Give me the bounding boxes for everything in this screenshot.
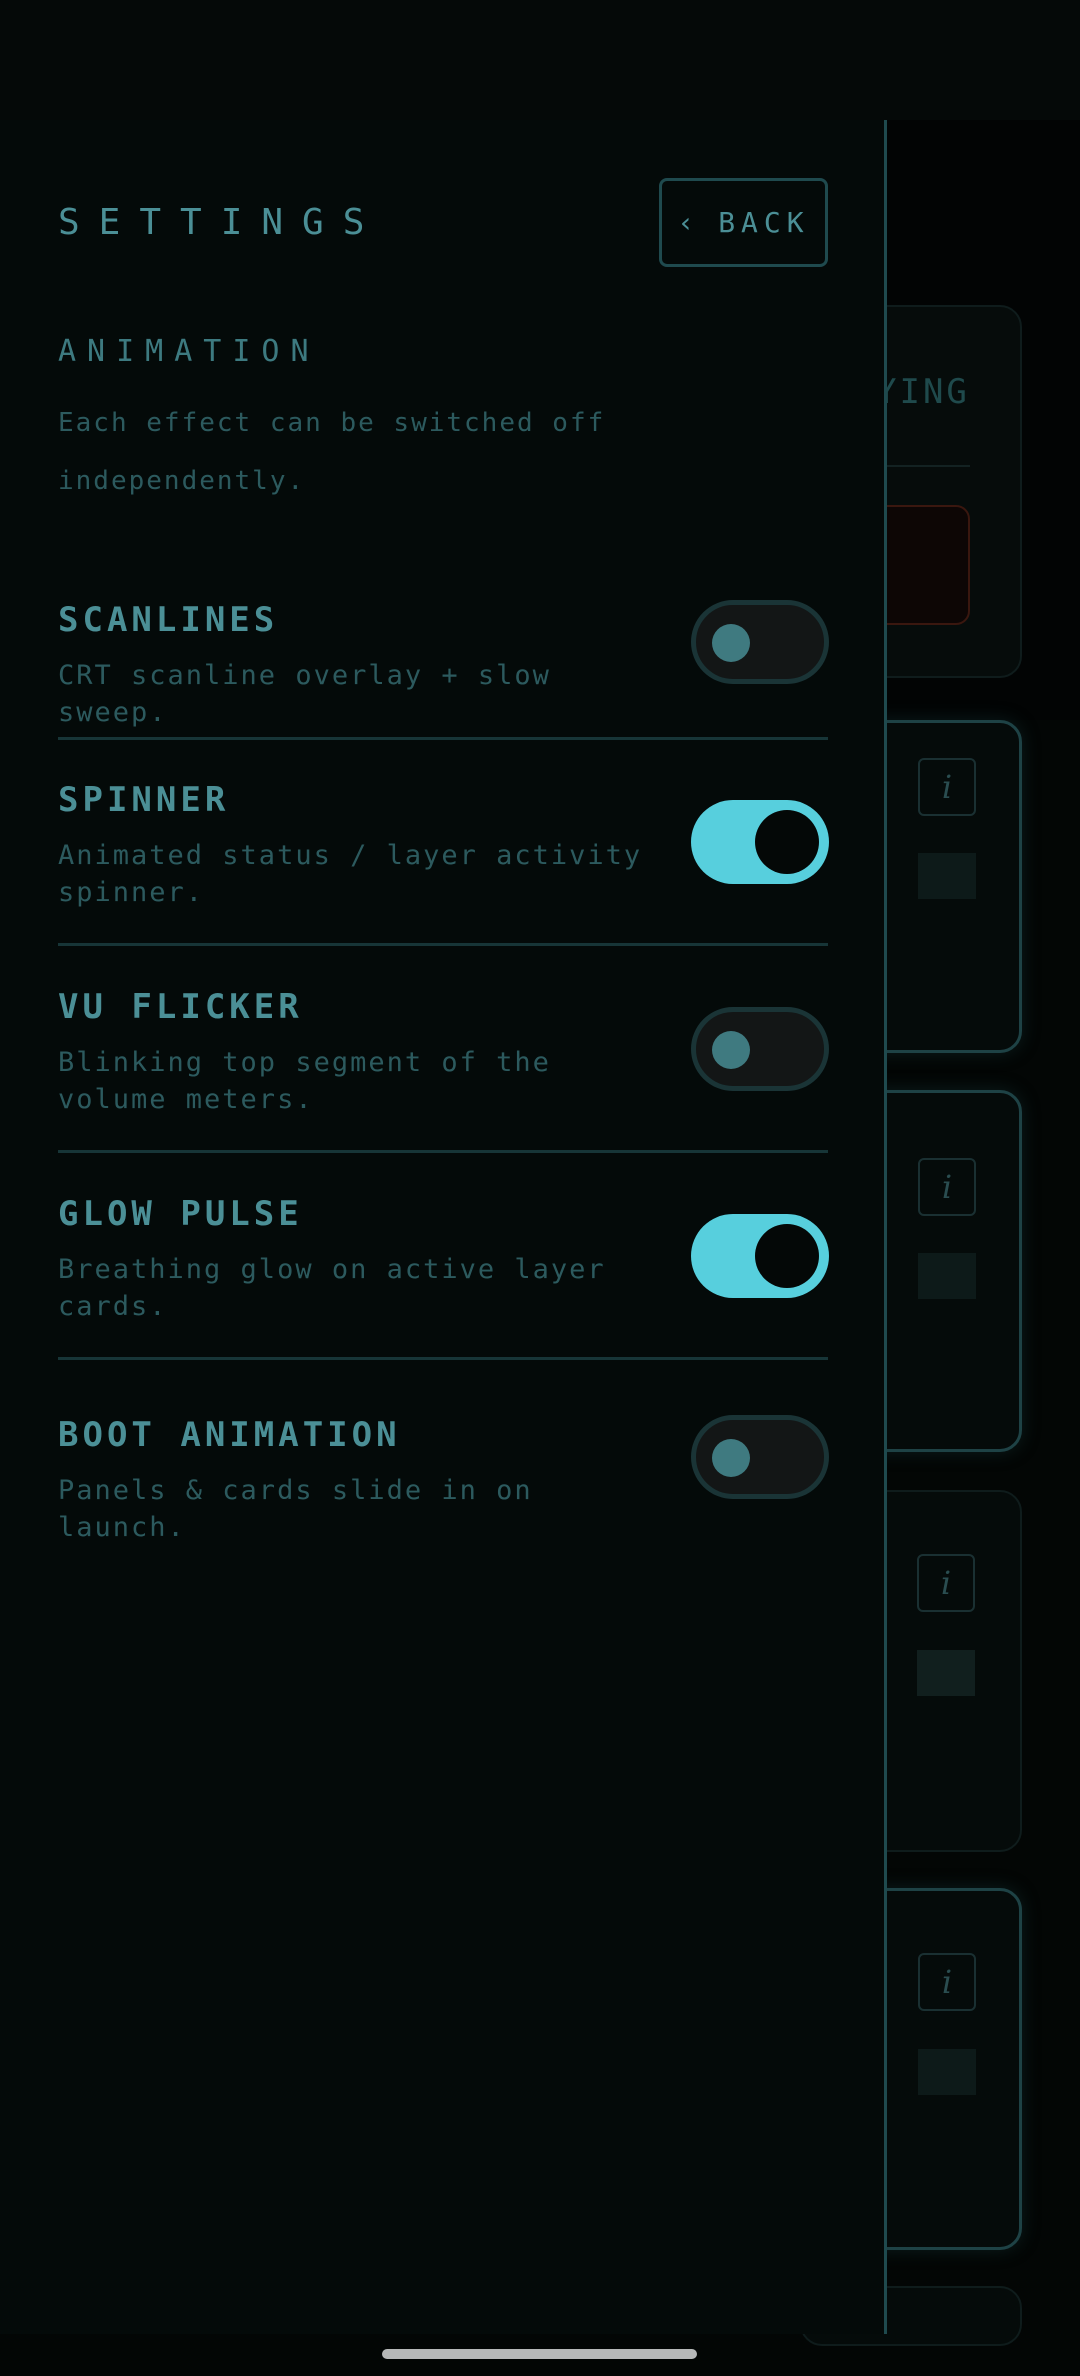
setting-description: Breathing glow on active layer cards. xyxy=(58,1254,606,1322)
divider xyxy=(58,943,828,946)
meter-segment xyxy=(917,1650,975,1696)
setting-description: Animated status / layer activity spinner… xyxy=(58,840,643,908)
meter-segment xyxy=(918,853,976,899)
setting-description: Panels & cards slide in on launch. xyxy=(58,1475,533,1543)
divider xyxy=(58,737,828,740)
now-playing-divider xyxy=(880,465,970,467)
status-bar xyxy=(0,0,1080,120)
settings-panel: SETTINGS ‹ BACK ANIMATION Each effect ca… xyxy=(0,120,887,2334)
setting-row-boot-animation: BOOT ANIMATION Panels & cards slide in o… xyxy=(58,1415,829,1545)
meter-segment xyxy=(918,2049,976,2095)
toggle-knob xyxy=(712,624,750,662)
setting-row-glow-pulse: GLOW PULSE Breathing glow on active laye… xyxy=(58,1194,829,1374)
page-title: SETTINGS xyxy=(58,202,384,243)
back-button-label: BACK xyxy=(718,206,810,239)
setting-title: GLOW PULSE xyxy=(58,1194,303,1234)
info-icon[interactable]: i xyxy=(918,758,976,816)
info-icon[interactable]: i xyxy=(918,1953,976,2011)
setting-row-spinner: SPINNER Animated status / layer activity… xyxy=(58,780,829,960)
section-label: ANIMATION xyxy=(58,334,320,369)
meter-segment xyxy=(918,1253,976,1299)
setting-title: VU FLICKER xyxy=(58,987,303,1027)
info-icon[interactable]: i xyxy=(917,1554,975,1612)
toggle-knob xyxy=(712,1439,750,1477)
back-button[interactable]: ‹ BACK xyxy=(659,178,828,267)
setting-title: SPINNER xyxy=(58,780,230,820)
toggle-knob xyxy=(712,1031,750,1069)
toggle-knob xyxy=(755,810,819,874)
home-indicator[interactable] xyxy=(382,2349,697,2359)
toggle-vu-flicker[interactable] xyxy=(691,1007,829,1091)
section-description: Each effect can be switched off independ… xyxy=(58,408,606,496)
setting-description: Blinking top segment of the volume meter… xyxy=(58,1047,551,1115)
now-playing-label: YING xyxy=(876,372,970,412)
toggle-glow-pulse[interactable] xyxy=(691,1214,829,1298)
setting-title: SCANLINES xyxy=(58,600,279,640)
setting-description: CRT scanline overlay + slow sweep. xyxy=(58,660,551,728)
toggle-boot-animation[interactable] xyxy=(691,1415,829,1499)
setting-title: BOOT ANIMATION xyxy=(58,1415,401,1455)
toggle-knob xyxy=(755,1224,819,1288)
chevron-left-icon: ‹ xyxy=(677,206,701,239)
info-icon[interactable]: i xyxy=(918,1158,976,1216)
setting-row-scanlines: SCANLINES CRT scanline overlay + slow sw… xyxy=(58,600,829,760)
setting-row-vu-flicker: VU FLICKER Blinking top segment of the v… xyxy=(58,987,829,1167)
divider xyxy=(58,1357,828,1360)
divider xyxy=(58,1150,828,1153)
toggle-spinner[interactable] xyxy=(691,800,829,884)
toggle-scanlines[interactable] xyxy=(691,600,829,684)
